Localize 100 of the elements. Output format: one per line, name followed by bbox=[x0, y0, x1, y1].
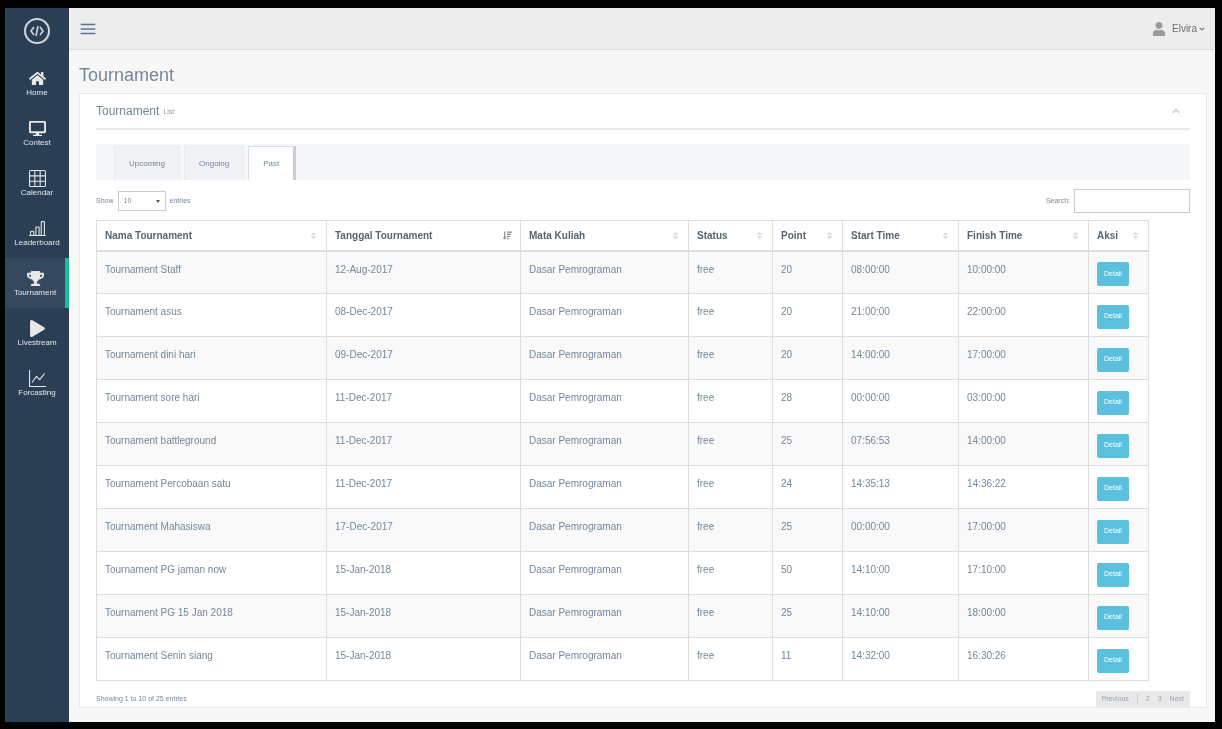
table-cell: 22:00:00 bbox=[958, 293, 1089, 337]
house-icon bbox=[28, 69, 46, 87]
sidebar-item[interactable]: Contest bbox=[5, 108, 69, 158]
table-cell: 11-Dec-2017 bbox=[326, 422, 521, 466]
table-cell: 17:00:00 bbox=[958, 336, 1089, 380]
page-title: Tournament bbox=[79, 64, 176, 87]
sidebar-item[interactable]: Forcasting bbox=[5, 358, 69, 408]
table-cell: free bbox=[688, 465, 773, 509]
column-header[interactable]: Aksi bbox=[1088, 220, 1149, 251]
table-cell: Tournament PG 15 Jan 2018 bbox=[96, 594, 327, 638]
table-cell: 14:32:00 bbox=[842, 637, 959, 681]
table-cell: Tournament Staff bbox=[96, 250, 327, 294]
table-cell: Dasar Pemrograman bbox=[520, 465, 689, 509]
panel-title: Tournament bbox=[96, 103, 160, 120]
table-cell: Dasar Pemrograman bbox=[520, 293, 689, 337]
table-cell: Dasar Pemrograman bbox=[520, 379, 689, 423]
table-cell: 20 bbox=[772, 336, 843, 380]
table-cell: 20 bbox=[772, 293, 843, 337]
line-chart-icon bbox=[28, 369, 46, 387]
table-cell: 00:00:00 bbox=[842, 379, 959, 423]
tab[interactable]: Past bbox=[248, 146, 297, 180]
table-cell: 03:00:00 bbox=[958, 379, 1089, 423]
table-cell: 25 bbox=[772, 422, 843, 466]
column-header[interactable]: Finish Time bbox=[958, 220, 1089, 251]
table-cell: free bbox=[688, 551, 773, 595]
table-cell: 14:10:00 bbox=[842, 551, 959, 595]
table-cell: 08-Dec-2017 bbox=[326, 293, 521, 337]
table-cell: Dasar Pemrograman bbox=[520, 594, 689, 638]
play-icon bbox=[28, 319, 46, 337]
table-cell: Dasar Pemrograman bbox=[520, 422, 689, 466]
table-cell: 14:00:00 bbox=[958, 422, 1089, 466]
table-cell: 50 bbox=[772, 551, 843, 595]
table-cell: 12-Aug-2017 bbox=[326, 250, 521, 294]
table-cell: 15-Jan-2018 bbox=[326, 551, 521, 595]
table-cell: 11-Dec-2017 bbox=[326, 379, 521, 423]
sidebar-item[interactable]: Leaderboard bbox=[5, 208, 69, 258]
table-cell: 11 bbox=[772, 637, 843, 681]
column-header[interactable]: Start Time bbox=[842, 220, 959, 251]
table-cell: 24 bbox=[772, 465, 843, 509]
table-cell: 14:35:13 bbox=[842, 465, 959, 509]
table-cell: free bbox=[688, 422, 773, 466]
table-cell: free bbox=[688, 594, 773, 638]
tab[interactable]: Ongoing bbox=[184, 146, 245, 180]
table-cell: Dasar Pemrograman bbox=[520, 637, 689, 681]
table-cell: Tournament dini hari bbox=[96, 336, 327, 380]
table-cell: 25 bbox=[772, 594, 843, 638]
sidebar-item[interactable]: Home bbox=[5, 58, 69, 108]
table-cell: Tournament sore hari bbox=[96, 379, 327, 423]
table-cell: free bbox=[688, 250, 773, 294]
collapse-icon[interactable] bbox=[1172, 107, 1180, 115]
table-cell: Tournament battleground bbox=[96, 422, 327, 466]
table-cell: 15-Jan-2018 bbox=[326, 637, 521, 681]
column-header[interactable]: Point bbox=[772, 220, 843, 251]
monitor-icon bbox=[28, 119, 46, 137]
table-cell: free bbox=[688, 508, 773, 552]
table-cell: 00:00:00 bbox=[842, 508, 959, 552]
code-logo-icon bbox=[24, 18, 50, 44]
table-cell: 21:00:00 bbox=[842, 293, 959, 337]
table-cell: 08:00:00 bbox=[842, 250, 959, 294]
table-cell: Dasar Pemrograman bbox=[520, 551, 689, 595]
table-cell: Dasar Pemrograman bbox=[520, 336, 689, 380]
table-cell: Dasar Pemrograman bbox=[520, 250, 689, 294]
table-cell: 07:56:53 bbox=[842, 422, 959, 466]
bar-chart-icon bbox=[28, 219, 46, 237]
search-field[interactable] bbox=[1074, 189, 1190, 213]
table-cell: 17:10:00 bbox=[958, 551, 1089, 595]
sidebar-item[interactable]: Calendar bbox=[5, 158, 69, 208]
sort-icon[interactable] bbox=[503, 230, 512, 240]
table-cell: 09-Dec-2017 bbox=[326, 336, 521, 380]
user-menu[interactable]: Elvira bbox=[1172, 21, 1205, 36]
caret-icon bbox=[155, 199, 160, 203]
table-cell: 17:00:00 bbox=[958, 508, 1089, 552]
table-cell: free bbox=[688, 293, 773, 337]
table-cell: free bbox=[688, 379, 773, 423]
table-cell: free bbox=[688, 336, 773, 380]
table-cell: 16:30:26 bbox=[958, 637, 1089, 681]
table-cell: 10:00:00 bbox=[958, 250, 1089, 294]
table-cell: 28 bbox=[772, 379, 843, 423]
column-header[interactable]: Tanggal Tournament bbox=[326, 220, 521, 251]
table-cell: 20 bbox=[772, 250, 843, 294]
column-header[interactable]: Mata Kuliah bbox=[520, 220, 689, 251]
table-cell: 11-Dec-2017 bbox=[326, 465, 521, 509]
table-cell: 17-Dec-2017 bbox=[326, 508, 521, 552]
tab[interactable]: Upcoming bbox=[114, 146, 180, 180]
table-cell: 14:10:00 bbox=[842, 594, 959, 638]
table-cell: 14:00:00 bbox=[842, 336, 959, 380]
sidebar-item[interactable]: Tournament bbox=[5, 258, 69, 308]
sidebar-item[interactable]: Livestream bbox=[5, 308, 69, 358]
user-avatar-icon bbox=[1152, 21, 1166, 36]
column-header[interactable]: Status bbox=[688, 220, 773, 251]
table-cell: Tournament Senin siang bbox=[96, 637, 327, 681]
column-header[interactable]: Nama Tournament bbox=[96, 220, 327, 251]
table-cell: Dasar Pemrograman bbox=[520, 508, 689, 552]
table-cell: Tournament asus bbox=[96, 293, 327, 337]
chevron-down-icon bbox=[1199, 25, 1205, 32]
table-cell: 15-Jan-2018 bbox=[326, 594, 521, 638]
table-cell: Tournament Percobaan satu bbox=[96, 465, 327, 509]
grid-icon bbox=[28, 169, 46, 187]
table-cell: 25 bbox=[772, 508, 843, 552]
trophy-icon bbox=[26, 269, 44, 287]
